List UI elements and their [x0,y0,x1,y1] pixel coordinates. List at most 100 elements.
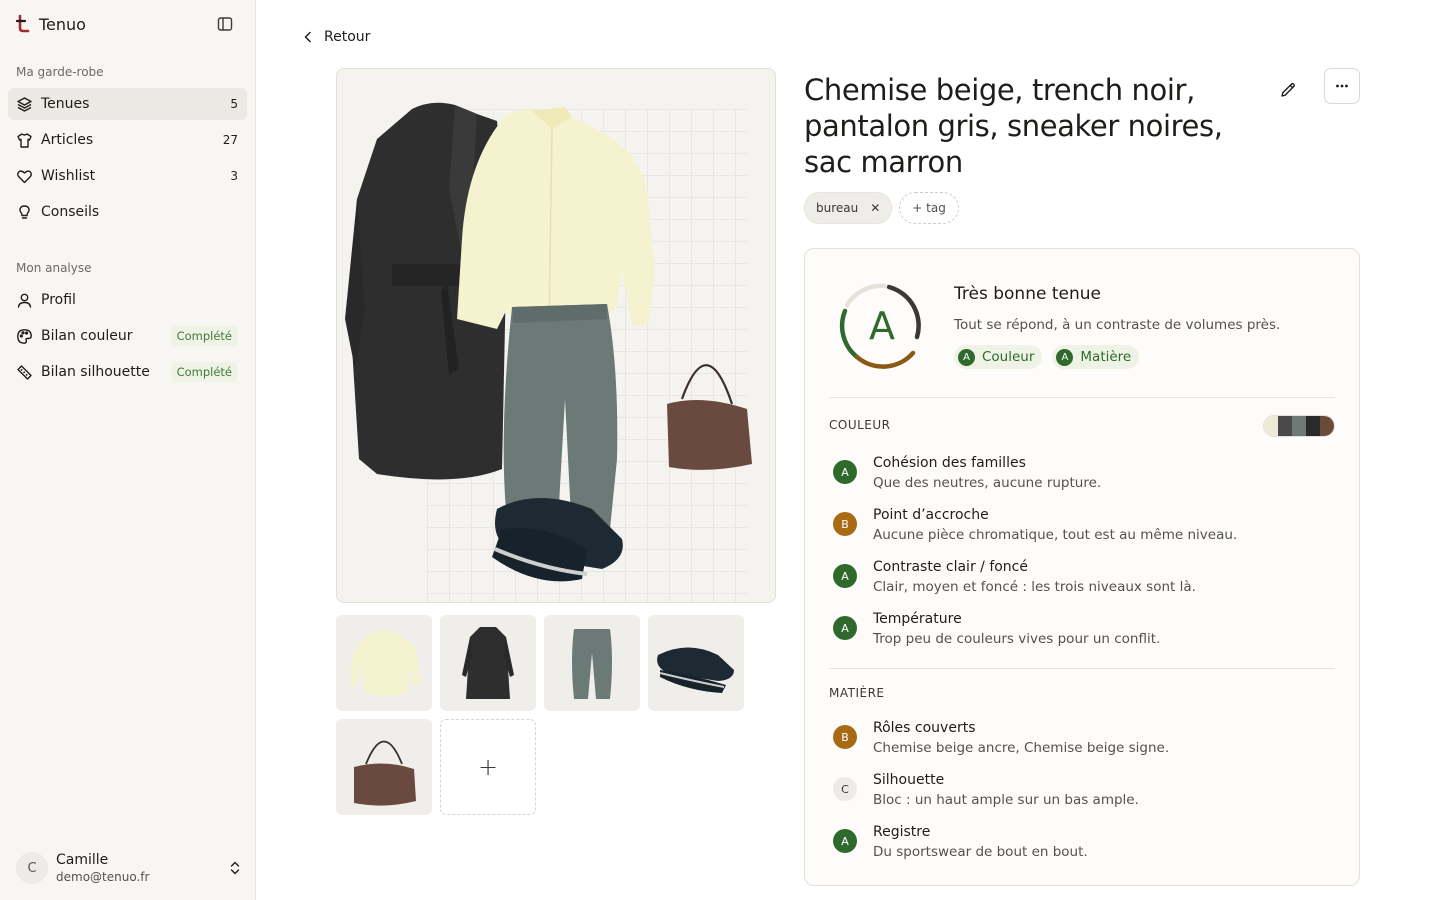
add-tag-button[interactable]: + tag [899,192,959,224]
palette-icon [16,328,33,345]
chip-grade: A [958,348,975,366]
criterion-grade: A [833,616,857,640]
remove-tag-icon[interactable]: ✕ [870,201,880,215]
chip-label: Matière [1080,349,1132,365]
chip-grade: A [1056,348,1074,366]
tenuo-logo-icon [16,14,32,34]
more-horizontal-icon [1336,84,1348,88]
verdict-subtitle: Tout se répond, à un contraste de volume… [954,317,1281,333]
pants-thumbnail-icon [572,629,612,699]
sidebar-item-wishlist[interactable]: Wishlist 3 [8,160,247,192]
sidebar-item-label: Articles [41,132,94,148]
sidebar-item-count: 3 [230,169,238,183]
tag-label: bureau [816,201,859,215]
avatar: C [16,852,48,884]
criterion-desc: Trop peu de couleurs vives pour un confl… [873,631,1161,647]
more-options-button[interactable] [1324,68,1360,104]
ruler-icon [16,364,33,381]
swatch-4 [1306,416,1320,436]
outfit-illustration [345,102,752,582]
sidebar-item-bilan-silhouette[interactable]: Bilan silhouette Complété [8,356,247,388]
sidebar-item-label: Profil [41,292,76,308]
criterion-title: Registre [873,824,931,840]
outfit-analysis-card: A Très bonne tenue Tout se répond, à un … [804,248,1360,886]
wardrobe-section-label: Ma garde-robe [16,65,104,79]
criterion-grade: A [833,564,857,588]
sidebar-item-label: Conseils [41,204,100,220]
criterion-row: A Cohésion des familles Que des neutres,… [833,453,1333,493]
sneakers-thumbnail-icon [657,647,734,693]
swatch-1 [1264,416,1278,436]
app-name: Tenuo [39,14,86,34]
criterion-desc: Que des neutres, aucune rupture. [873,475,1102,491]
lightbulb-icon [16,204,33,221]
criterion-row: B Point d’accroche Aucune pièce chromati… [833,505,1333,545]
grade-chips: A Couleur A Matière [954,345,1140,369]
criterion-title: Point d’accroche [873,507,989,523]
sidebar-item-label: Wishlist [41,168,96,184]
swatch-5 [1320,416,1334,436]
divider [829,397,1335,398]
criterion-grade: B [833,512,857,536]
outfit-main-image[interactable] [336,68,776,603]
layers-icon [16,96,33,113]
criterion-desc: Chemise beige ancre, Chemise beige signe… [873,740,1170,756]
chip-matiere[interactable]: A Matière [1052,345,1140,369]
brand[interactable]: Tenuo [16,12,86,36]
criterion-desc: Bloc : un haut ample sur un bas ample. [873,792,1139,808]
bag-thumbnail-icon [354,740,416,806]
chip-couleur[interactable]: A Couleur [954,345,1043,369]
sidebar-item-tenues[interactable]: Tenues 5 [8,88,247,120]
tag-bureau: bureau ✕ [804,192,893,224]
color-section-label: COULEUR [829,418,891,432]
thumbnail-shirt[interactable] [336,615,432,711]
chevron-up-down-icon [230,861,240,875]
trench-thumbnail-icon [462,627,514,699]
user-name: Camille [56,851,109,868]
criterion-desc: Aucune pièce chromatique, tout est au mê… [873,527,1238,543]
sidebar-item-articles[interactable]: Articles 27 [8,124,247,156]
swatch-2 [1278,416,1292,436]
color-swatches [1263,415,1335,437]
thumbnail-sneakers[interactable] [648,615,744,711]
criterion-row: A Registre Du sportswear de bout en bout… [833,822,1333,862]
criterion-grade: A [833,460,857,484]
criterion-row: B Rôles couverts Chemise beige ancre, Ch… [833,718,1333,758]
shirt-icon [16,132,33,149]
shirt-thumbnail-icon [350,630,420,696]
sidebar-item-label: Bilan silhouette [41,364,150,380]
sidebar-toggle-button[interactable] [214,13,236,35]
criterion-title: Silhouette [873,772,945,788]
add-photo-button[interactable]: + [440,719,536,815]
sidebar-item-bilan-couleur[interactable]: Bilan couleur Complété [8,320,247,352]
criterion-grade: C [833,777,857,801]
tag-list: bureau ✕ + tag [804,192,959,224]
edit-title-button[interactable] [1276,78,1300,102]
user-menu[interactable]: C Camille demo@tenuo.fr [16,850,242,886]
verdict-title: Très bonne tenue [954,284,1101,304]
sidebar-item-count: 5 [230,97,238,111]
criterion-desc: Clair, moyen et foncé : les trois niveau… [873,579,1196,595]
sidebar-item-conseils[interactable]: Conseils [8,196,247,228]
thumbnail-pants[interactable] [544,615,640,711]
criterion-title: Température [873,611,962,627]
criterion-grade: B [833,725,857,749]
sidebar-item-profil[interactable]: Profil [8,284,247,316]
status-badge: Complété [170,362,238,382]
thumbnail-bag[interactable] [336,719,432,815]
plus-icon: + [477,753,499,781]
back-label: Retour [324,29,371,45]
sidebar-panel-icon [217,17,233,31]
sidebar: Tenuo Ma garde-robe Tenues 5 Articles 27 [0,0,256,900]
thumbnail-trench[interactable] [440,615,536,711]
user-icon [16,292,33,309]
user-info: Camille demo@tenuo.fr [56,852,228,885]
criterion-row: A Température Trop peu de couleurs vives… [833,609,1333,649]
criterion-row: A Contraste clair / foncé Clair, moyen e… [833,557,1333,597]
back-link[interactable]: Retour [300,29,370,45]
heart-icon [16,168,33,185]
criterion-desc: Du sportswear de bout en bout. [873,844,1088,860]
overall-grade: A [869,304,895,348]
criterion-grade: A [833,829,857,853]
pencil-icon [1281,82,1295,97]
